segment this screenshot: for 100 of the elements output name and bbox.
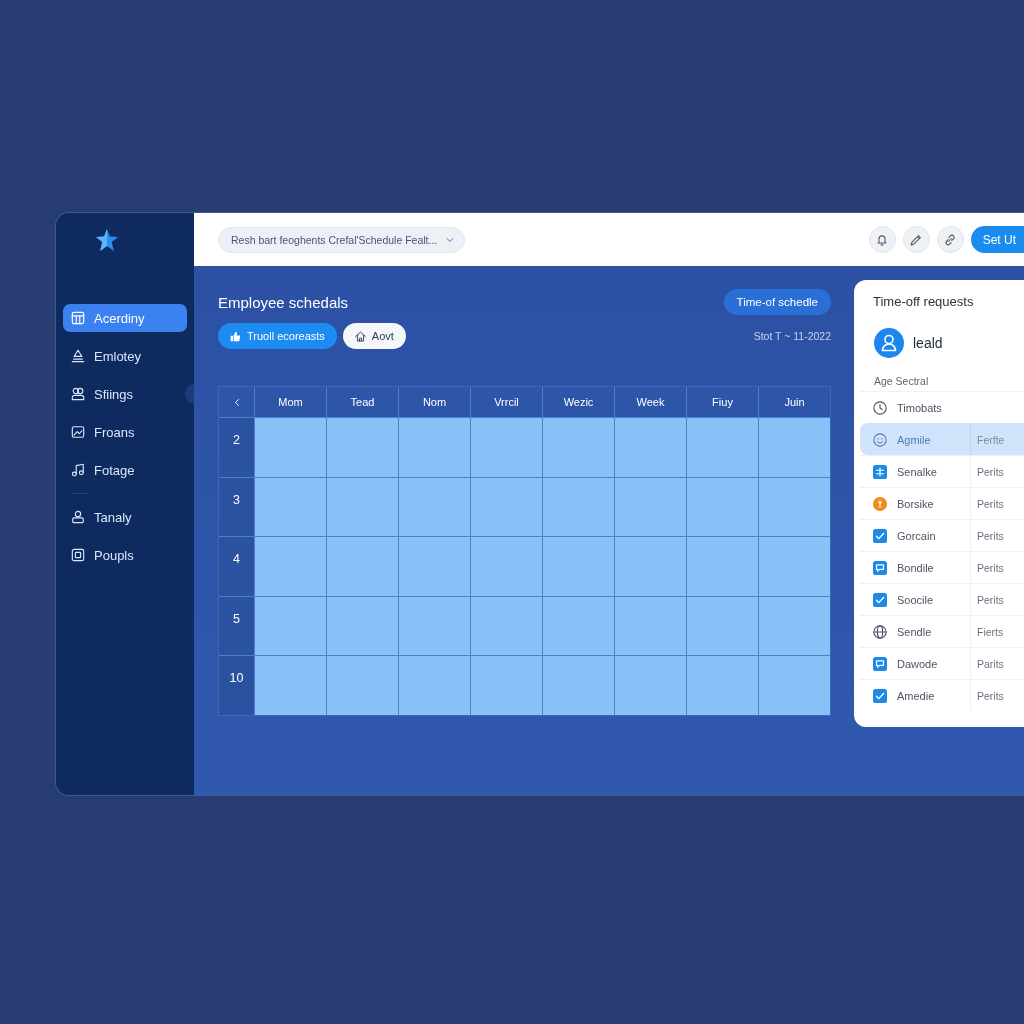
schedule-cell[interactable] xyxy=(471,418,542,477)
schedule-cell[interactable] xyxy=(327,418,398,477)
request-row[interactable]: Dawode Parits xyxy=(860,647,1024,679)
column-header: Vrrcil xyxy=(471,387,542,417)
globe-icon xyxy=(873,624,887,639)
house-icon xyxy=(354,330,366,342)
request-row[interactable]: Sendle Fierts xyxy=(860,615,1024,647)
request-name: Agmile xyxy=(897,433,932,446)
schedule-cell[interactable] xyxy=(615,656,686,715)
link-icon xyxy=(944,233,957,246)
request-detail: Perits xyxy=(977,561,1004,574)
schedule-cell[interactable] xyxy=(687,596,758,655)
request-detail: Perits xyxy=(977,689,1004,702)
schedule-cell[interactable] xyxy=(471,596,542,655)
chat-icon xyxy=(873,560,887,575)
sidebar-item[interactable]: Sfiings xyxy=(63,380,187,408)
schedule-cell[interactable] xyxy=(615,537,686,596)
schedule-cell[interactable] xyxy=(471,537,542,596)
request-name: Timobats xyxy=(897,401,943,414)
schedule-cell[interactable] xyxy=(327,656,398,715)
schedule-cell[interactable] xyxy=(759,418,830,477)
schedule-cell[interactable] xyxy=(255,537,326,596)
home-button[interactable]: Aovt xyxy=(342,323,406,349)
schedule-cell[interactable] xyxy=(759,656,830,715)
schedule-cell[interactable] xyxy=(615,418,686,477)
schedule-cell[interactable] xyxy=(471,656,542,715)
schedule-cell[interactable] xyxy=(687,537,758,596)
schedule-cell[interactable] xyxy=(399,418,470,477)
request-row[interactable]: Soocile Perits xyxy=(860,583,1024,615)
request-name: Gorcain xyxy=(897,529,937,542)
coin-icon xyxy=(873,496,887,511)
row-header: 5 xyxy=(219,596,254,655)
sidebar-item[interactable]: Fotage xyxy=(63,456,187,484)
filter-dropdown[interactable]: Resh bart feoghents Crefal'Schedule Fealt... xyxy=(218,226,466,253)
request-name: Amedie xyxy=(897,689,936,702)
schedule-cell[interactable] xyxy=(687,418,758,477)
request-row[interactable]: Borsike Perits xyxy=(860,487,1024,519)
schedule-cell[interactable] xyxy=(399,596,470,655)
request-row[interactable]: Bondile Perits xyxy=(860,551,1024,583)
schedule-cell[interactable] xyxy=(327,596,398,655)
notifications-button[interactable] xyxy=(868,226,896,253)
user-avatar-icon xyxy=(874,328,904,358)
request-name: Senalke xyxy=(897,465,938,478)
link-button[interactable] xyxy=(936,226,964,253)
schedule-cell[interactable] xyxy=(543,418,614,477)
request-row[interactable]: Senalke Perits xyxy=(860,455,1024,487)
schedule-cell[interactable] xyxy=(399,477,470,536)
request-row[interactable]: Gorcain Perits xyxy=(860,519,1024,551)
people-icon xyxy=(71,387,85,401)
sidebar-item[interactable]: Froans xyxy=(63,418,187,446)
collapse-handle[interactable] xyxy=(185,384,194,404)
schedule-cell[interactable] xyxy=(255,656,326,715)
request-detail: Perits xyxy=(977,497,1004,510)
schedule-cell[interactable] xyxy=(759,596,830,655)
date-range: Stot T ~ 11-2022 xyxy=(753,330,831,342)
schedule-cell[interactable] xyxy=(759,477,830,536)
request-name: Bondile xyxy=(897,561,935,574)
schedule-cell[interactable] xyxy=(543,596,614,655)
request-row[interactable]: Amedie Perits xyxy=(860,679,1024,711)
schedule-cell[interactable] xyxy=(255,477,326,536)
request-name: Borsike xyxy=(897,497,935,510)
schedule-cell[interactable] xyxy=(615,596,686,655)
back-button[interactable] xyxy=(219,387,254,417)
row-header: 4 xyxy=(219,537,254,596)
sidebar-item[interactable]: Acerdiny xyxy=(63,304,187,332)
chevron-left-icon xyxy=(232,397,241,407)
schedule-cell[interactable] xyxy=(471,477,542,536)
schedule-cell[interactable] xyxy=(759,537,830,596)
grid-icon xyxy=(873,464,887,479)
row-header: 3 xyxy=(219,477,254,536)
schedule-cell[interactable] xyxy=(687,477,758,536)
clock-icon xyxy=(873,400,887,415)
schedule-cell[interactable] xyxy=(255,418,326,477)
schedule-cell[interactable] xyxy=(615,477,686,536)
sidebar-item[interactable]: Tanaly xyxy=(63,503,187,531)
schedule-cell[interactable] xyxy=(543,656,614,715)
schedule-cell[interactable] xyxy=(399,537,470,596)
page-title: Employee schedals xyxy=(218,293,349,311)
user-icon xyxy=(71,510,85,524)
face-icon xyxy=(873,432,887,447)
thumbs-up-icon xyxy=(230,330,241,342)
schedule-cell[interactable] xyxy=(687,656,758,715)
edit-button[interactable] xyxy=(902,226,930,253)
check-square-icon xyxy=(873,688,887,703)
schedule-cell[interactable] xyxy=(399,656,470,715)
schedule-cell[interactable] xyxy=(327,537,398,596)
request-detail: Parits xyxy=(977,657,1004,670)
request-detail: Perits xyxy=(977,593,1004,606)
column-header: Tead xyxy=(327,387,398,417)
schedule-cell[interactable] xyxy=(543,477,614,536)
sidebar-item[interactable]: Poupls xyxy=(63,541,187,569)
row-header: 10 xyxy=(219,656,254,715)
sidebar-item[interactable]: Emlotey xyxy=(63,342,187,370)
schedule-cell[interactable] xyxy=(255,596,326,655)
schedule-button[interactable]: Time-of schedle xyxy=(723,289,831,315)
calendar-icon xyxy=(71,311,85,325)
tray-icon xyxy=(71,349,85,363)
section-label: Age Sectral xyxy=(874,375,929,387)
schedule-cell[interactable] xyxy=(543,537,614,596)
schedule-cell[interactable] xyxy=(327,477,398,536)
